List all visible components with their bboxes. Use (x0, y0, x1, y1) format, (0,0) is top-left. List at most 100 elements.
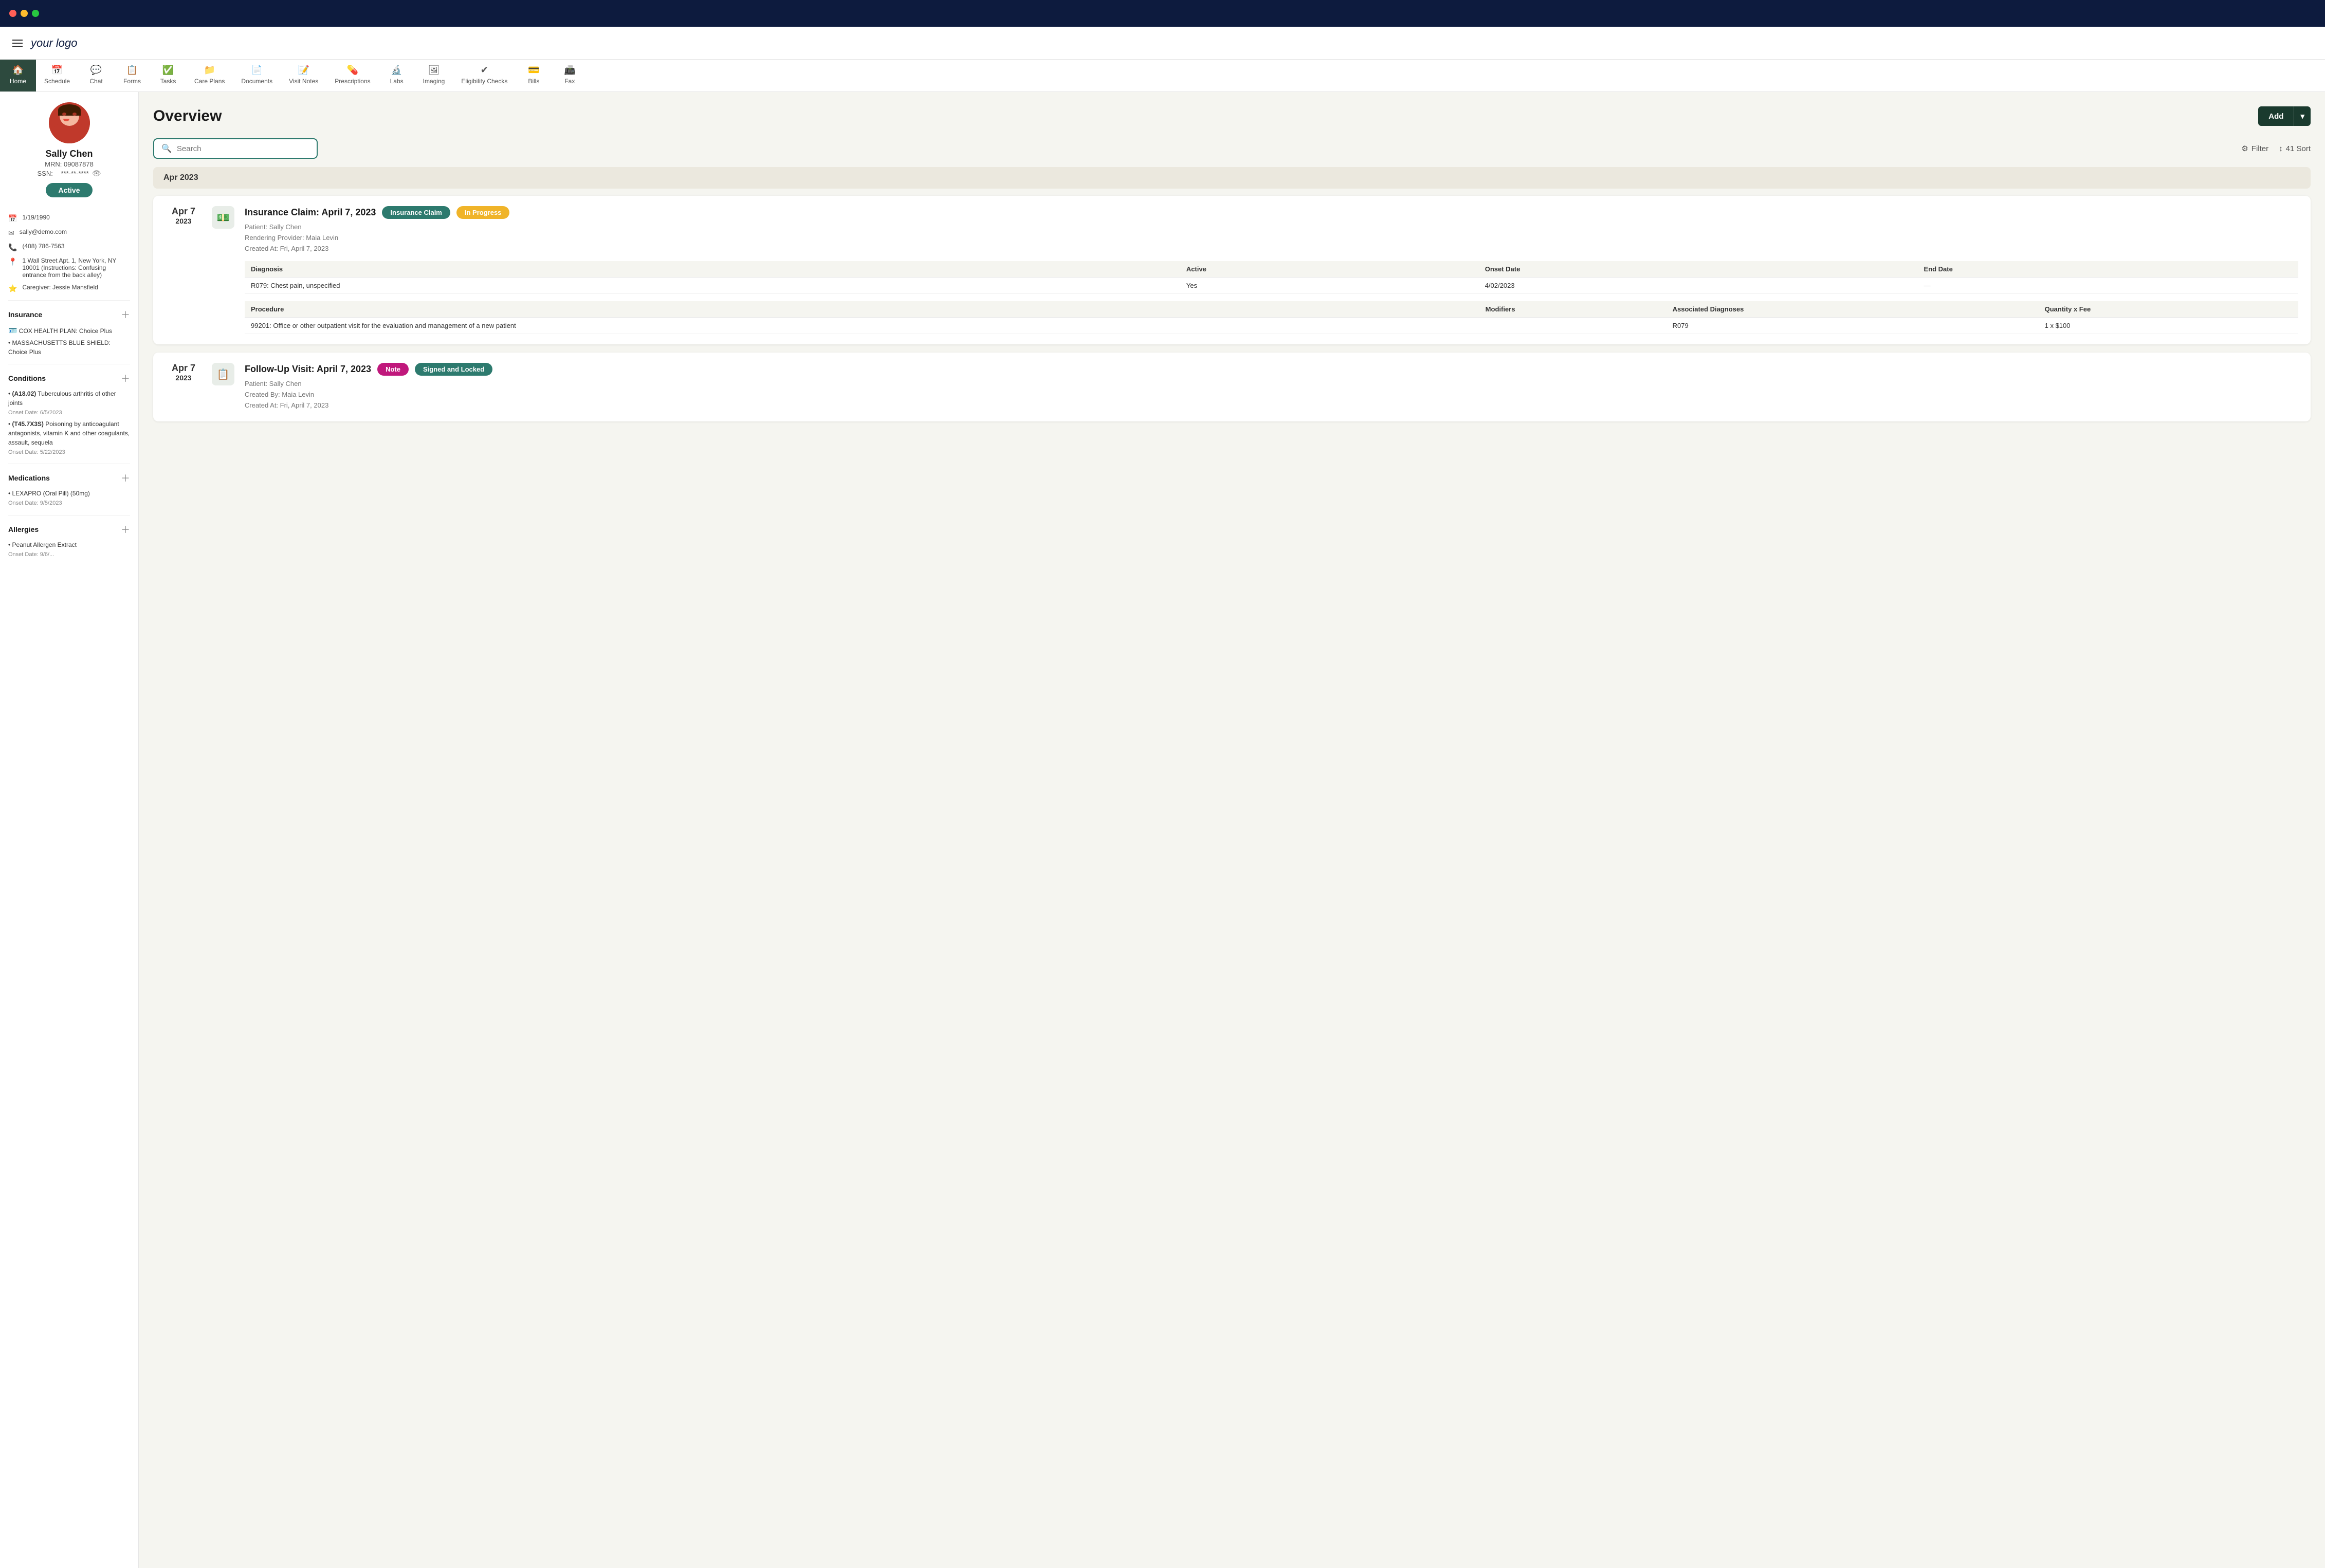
insurance-item: 🪪 COX HEALTH PLAN: Choice Plus (8, 325, 130, 336)
minimize-button[interactable] (21, 10, 28, 17)
home-icon: 🏠 (12, 65, 24, 76)
card-body: Follow-Up Visit: April 7, 2023 Note Sign… (245, 363, 2298, 411)
filter-icon: ⚙ (2241, 144, 2248, 153)
sidebar: Sally Chen MRN: 09087878 SSN: ***-**-***… (0, 92, 139, 1568)
documents-icon: 📄 (251, 65, 263, 76)
card-title-row: Insurance Claim: April 7, 2023 Insurance… (245, 206, 2298, 219)
sidebar-medications: Medications ＋ • LEXAPRO (Oral Pill) (50m… (8, 464, 130, 508)
medications-header: Medications ＋ (8, 471, 130, 485)
followup-visit-card: Apr 7 2023 📋 Follow-Up Visit: April 7, 2… (153, 353, 2311, 421)
card-row: Apr 7 2023 📋 Follow-Up Visit: April 7, 2… (166, 363, 2298, 411)
dob-row: 📅 1/19/1990 (8, 214, 130, 223)
allergies-header: Allergies ＋ (8, 523, 130, 536)
sidebar-conditions: Conditions ＋ • (A18.02) Tuberculous arth… (8, 364, 130, 456)
medication-item: • LEXAPRO (Oral Pill) (50mg) Onset Date:… (8, 489, 130, 508)
tab-eligibility-checks[interactable]: ✔ Eligibility Checks (453, 60, 516, 91)
date-group-header: Apr 2023 (153, 167, 2311, 189)
card-title-row: Follow-Up Visit: April 7, 2023 Note Sign… (245, 363, 2298, 376)
sort-button[interactable]: ↕ 41 Sort (2279, 144, 2311, 153)
add-button[interactable]: Add ▾ (2258, 106, 2311, 126)
ssn-toggle[interactable]: 👁 (92, 169, 101, 178)
tab-home[interactable]: 🏠 Home (0, 60, 36, 91)
patient-ssn: SSN: ***-**-**** 👁 (38, 169, 101, 178)
search-filter-row: 🔍 ⚙ Filter ↕ 41 Sort (153, 138, 2311, 159)
procedure-table: Procedure Modifiers Associated Diagnoses… (245, 301, 2298, 334)
forms-icon: 📋 (126, 65, 138, 76)
condition-item: • (A18.02) Tuberculous arthritis of othe… (8, 389, 130, 417)
nav-tabs: 🏠 Home 📅 Schedule 💬 Chat 📋 Forms ✅ Tasks… (0, 60, 2325, 92)
badge-signed-locked: Signed and Locked (415, 363, 492, 376)
card-row: Apr 7 2023 💵 Insurance Claim: April 7, 2… (166, 206, 2298, 334)
email-row: ✉ sally@demo.com (8, 228, 130, 237)
imaging-icon: 🖼 (428, 65, 440, 76)
maximize-button[interactable] (32, 10, 39, 17)
table-row: R079: Chest pain, unspecified Yes 4/02/2… (245, 278, 2298, 294)
card-date: Apr 7 2023 (166, 363, 202, 382)
chat-icon: 💬 (90, 65, 102, 76)
diagnosis-table: Diagnosis Active Onset Date End Date R07… (245, 261, 2298, 294)
caregiver-row: ⭐ Caregiver: Jessie Mansfield (8, 284, 130, 293)
tab-tasks[interactable]: ✅ Tasks (150, 60, 186, 91)
tab-care-plans[interactable]: 📁 Care Plans (186, 60, 233, 91)
card-body: Insurance Claim: April 7, 2023 Insurance… (245, 206, 2298, 334)
add-insurance-button[interactable]: ＋ (121, 308, 130, 321)
insurance-header: Insurance ＋ (8, 308, 130, 321)
labs-icon: 🔬 (391, 65, 402, 76)
card-title: Insurance Claim: April 7, 2023 (245, 207, 376, 218)
insurance-claim-card: Apr 7 2023 💵 Insurance Claim: April 7, 2… (153, 196, 2311, 344)
tab-visit-notes[interactable]: 📝 Visit Notes (281, 60, 326, 91)
app-layout: Sally Chen MRN: 09087878 SSN: ***-**-***… (0, 92, 2325, 1568)
add-allergy-button[interactable]: ＋ (121, 523, 130, 536)
search-box: 🔍 (153, 138, 318, 159)
schedule-icon: 📅 (51, 65, 63, 76)
card-type-icon: 📋 (212, 363, 234, 385)
calendar-icon: 📅 (8, 214, 17, 223)
add-medication-button[interactable]: ＋ (121, 471, 130, 485)
tasks-icon: ✅ (162, 65, 174, 76)
tab-imaging[interactable]: 🖼 Imaging (415, 60, 453, 91)
tab-prescriptions[interactable]: 💊 Prescriptions (326, 60, 378, 91)
tab-schedule[interactable]: 📅 Schedule (36, 60, 78, 91)
sidebar-allergies: Allergies ＋ • Peanut Allergen Extract On… (8, 515, 130, 559)
col-active: Active (1180, 261, 1479, 278)
bills-icon: 💳 (528, 65, 539, 76)
col-quantity-fee: Quantity x Fee (2039, 301, 2298, 318)
sidebar-insurance: Insurance ＋ 🪪 COX HEALTH PLAN: Choice Pl… (8, 300, 130, 357)
phone-icon: 📞 (8, 243, 17, 252)
titlebar (0, 0, 2325, 27)
filter-sort-group: ⚙ Filter ↕ 41 Sort (2241, 144, 2311, 153)
menu-toggle[interactable] (12, 40, 23, 47)
tab-documents[interactable]: 📄 Documents (233, 60, 281, 91)
tab-forms[interactable]: 📋 Forms (114, 60, 150, 91)
page-header: Overview Add ▾ (153, 106, 2311, 126)
tab-labs[interactable]: 🔬 Labs (379, 60, 415, 91)
tab-chat[interactable]: 💬 Chat (78, 60, 114, 91)
col-associated-diagnoses: Associated Diagnoses (1667, 301, 2039, 318)
allergy-item: • Peanut Allergen Extract Onset Date: 9/… (8, 540, 130, 559)
insurance-title: Insurance (8, 310, 42, 319)
phone-row: 📞 (408) 786-7563 (8, 243, 130, 252)
card-date: Apr 7 2023 (166, 206, 202, 225)
col-onset-date: Onset Date (1479, 261, 1918, 278)
sort-icon: ↕ (2279, 144, 2283, 153)
patient-info: 📅 1/19/1990 ✉ sally@demo.com 📞 (408) 786… (8, 214, 130, 293)
main-content: Overview Add ▾ 🔍 ⚙ Filter ↕ 41 Sort (139, 92, 2325, 1568)
close-button[interactable] (9, 10, 16, 17)
card-meta: Patient: Sally Chen Created By: Maia Lev… (245, 379, 2298, 411)
filter-button[interactable]: ⚙ Filter (2241, 144, 2268, 153)
col-modifiers: Modifiers (1479, 301, 1667, 318)
tab-bills[interactable]: 💳 Bills (516, 60, 552, 91)
page-title: Overview (153, 107, 222, 125)
col-end-date: End Date (1918, 261, 2299, 278)
badge-in-progress: In Progress (456, 206, 510, 219)
add-dropdown-arrow[interactable]: ▾ (2294, 106, 2311, 126)
tab-fax[interactable]: 📠 Fax (552, 60, 588, 91)
add-condition-button[interactable]: ＋ (121, 372, 130, 385)
conditions-title: Conditions (8, 374, 46, 382)
card-type-icon: 💵 (212, 206, 234, 229)
card-title: Follow-Up Visit: April 7, 2023 (245, 364, 371, 375)
status-badge: Active (46, 183, 92, 197)
search-input[interactable] (177, 144, 309, 153)
table-row: 99201: Office or other outpatient visit … (245, 318, 2298, 334)
search-icon: 🔍 (161, 143, 172, 154)
